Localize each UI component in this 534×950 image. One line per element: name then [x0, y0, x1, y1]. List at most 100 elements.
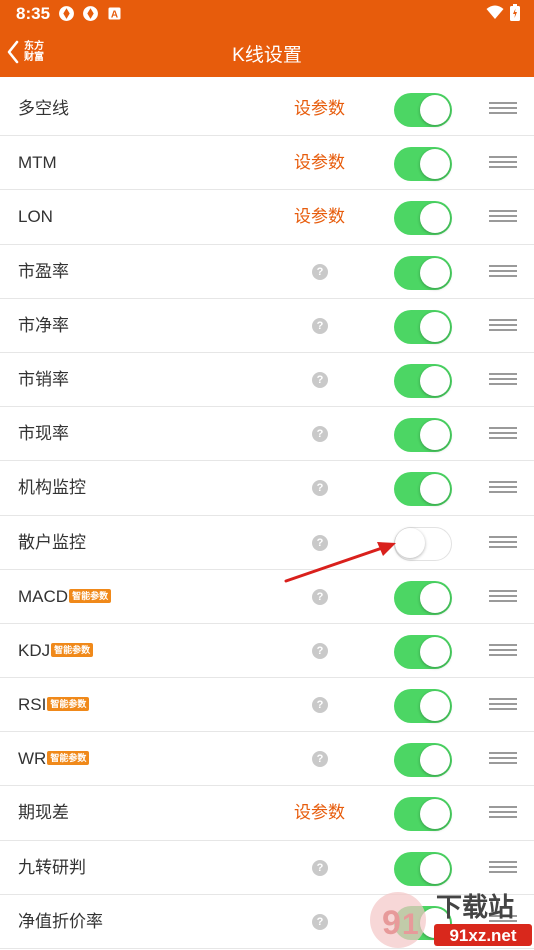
help-icon[interactable]: ?: [312, 859, 328, 876]
help-icon[interactable]: ?: [312, 697, 328, 714]
set-params-link[interactable]: 设参数: [294, 82, 345, 136]
toggle-switch[interactable]: [394, 147, 452, 182]
set-params-link[interactable]: 设参数: [294, 136, 345, 190]
setting-row: 市现率?: [0, 407, 534, 462]
app-notification-icon-2: [83, 6, 98, 21]
drag-handle-icon[interactable]: [489, 806, 517, 820]
watermark-url: 91xz.net: [449, 926, 516, 945]
drag-handle-icon[interactable]: [489, 481, 517, 495]
a-notification-icon: A: [108, 7, 121, 20]
help-icon[interactable]: ?: [312, 913, 328, 930]
setting-label-text: 净值折价率: [18, 911, 103, 931]
indicator-list: 多空线 设参数 MTM 设参数 LON 设参数 市盈率? 市净率? 市销率? 市现率? 机构监控? 散…: [0, 82, 534, 949]
setting-row: WR 智能参数?: [0, 732, 534, 787]
svg-text:9: 9: [382, 904, 401, 942]
toggle-knob: [420, 311, 450, 342]
setting-label: MACD 智能参数: [18, 570, 112, 624]
help-icon[interactable]: ?: [312, 371, 328, 388]
setting-row: MACD 智能参数?: [0, 570, 534, 624]
drag-handle-icon[interactable]: [489, 264, 517, 279]
toggle-switch[interactable]: [394, 418, 452, 453]
setting-label: LON: [18, 190, 53, 244]
setting-label: 市销率: [18, 353, 69, 407]
toggle-switch[interactable]: [394, 201, 452, 236]
toggle-switch[interactable]: [394, 851, 452, 886]
set-params-link[interactable]: 设参数: [294, 190, 345, 244]
setting-row: 多空线 设参数: [0, 82, 534, 137]
toggle-switch[interactable]: [394, 580, 452, 615]
drag-handle-icon[interactable]: [489, 535, 517, 550]
setting-label: 净值折价率: [18, 895, 103, 949]
drag-handle-icon[interactable]: [489, 156, 517, 170]
setting-row: 期现差 设参数: [0, 786, 534, 841]
setting-label-text: 市净率: [18, 315, 69, 335]
setting-label-text: 市盈率: [18, 261, 69, 281]
toggle-knob: [420, 636, 450, 667]
setting-label: 市现率: [18, 407, 69, 461]
help-icon[interactable]: ?: [312, 426, 328, 443]
setting-row: RSI 智能参数?: [0, 678, 534, 733]
setting-label: 市净率: [18, 299, 69, 353]
help-icon[interactable]: ?: [312, 751, 328, 768]
setting-label-text: 散户监控: [18, 532, 86, 552]
status-bar: 8:35 A: [0, 0, 534, 27]
setting-row: 市销率?: [0, 353, 534, 408]
setting-label-text: RSI: [18, 695, 47, 715]
setting-row: KDJ 智能参数?: [0, 624, 534, 679]
toggle-switch[interactable]: [394, 743, 452, 778]
smart-param-badge[interactable]: 智能参数: [47, 697, 90, 712]
toggle-switch[interactable]: [394, 797, 452, 832]
drag-handle-icon[interactable]: [489, 318, 517, 333]
smart-param-badge[interactable]: 智能参数: [69, 588, 112, 603]
setting-row: MTM 设参数: [0, 136, 534, 191]
svg-text:A: A: [111, 10, 118, 21]
drag-handle-icon[interactable]: [489, 102, 517, 116]
help-icon[interactable]: ?: [312, 317, 328, 334]
setting-row: 市盈率?: [0, 245, 534, 299]
setting-label-text: MTM: [18, 153, 57, 173]
set-params-link[interactable]: 设参数: [294, 786, 345, 840]
setting-label-text: WR: [18, 749, 47, 769]
toggle-switch[interactable]: [394, 472, 452, 507]
toggle-knob: [420, 257, 450, 288]
setting-label-text: 机构监控: [18, 478, 86, 498]
drag-handle-icon[interactable]: [489, 427, 517, 441]
toggle-switch[interactable]: [394, 309, 452, 344]
smart-param-badge[interactable]: 智能参数: [51, 642, 94, 657]
help-icon[interactable]: ?: [312, 588, 328, 605]
drag-handle-icon[interactable]: [489, 589, 517, 604]
status-right-icons: [486, 4, 520, 21]
help-icon[interactable]: ?: [312, 480, 328, 497]
setting-label-text: 多空线: [18, 99, 69, 118]
setting-label-text: MACD: [18, 586, 69, 606]
drag-handle-icon[interactable]: [489, 860, 517, 875]
setting-label-text: 期现差: [18, 803, 69, 823]
drag-handle-icon[interactable]: [489, 372, 517, 387]
setting-row: 机构监控?: [0, 461, 534, 516]
toggle-switch[interactable]: [394, 689, 452, 724]
setting-label: MTM: [18, 136, 57, 190]
toggle-knob: [420, 365, 450, 396]
drag-handle-icon[interactable]: [489, 643, 517, 658]
toggle-switch[interactable]: [394, 255, 452, 290]
toggle-knob: [420, 420, 450, 451]
toggle-switch[interactable]: [394, 93, 452, 127]
setting-label-text: 九转研判: [18, 857, 86, 877]
setting-label: 市盈率: [18, 245, 69, 299]
help-icon[interactable]: ?: [312, 263, 328, 280]
toggle-switch[interactable]: [394, 526, 452, 561]
help-icon[interactable]: ?: [312, 642, 328, 659]
setting-label: 期现差: [18, 786, 69, 840]
drag-handle-icon[interactable]: [489, 698, 517, 712]
drag-handle-icon[interactable]: [489, 752, 517, 766]
toggle-switch[interactable]: [394, 363, 452, 398]
toggle-switch[interactable]: [394, 634, 452, 669]
page-title: K线设置: [232, 45, 302, 66]
smart-param-badge[interactable]: 智能参数: [47, 751, 90, 766]
annotation-arrow: [284, 542, 396, 583]
setting-row: 散户监控?: [0, 516, 534, 570]
setting-label: 机构监控: [18, 461, 86, 515]
wifi-icon: [486, 5, 504, 19]
drag-handle-icon[interactable]: [489, 210, 517, 224]
setting-label-text: 市现率: [18, 424, 69, 444]
